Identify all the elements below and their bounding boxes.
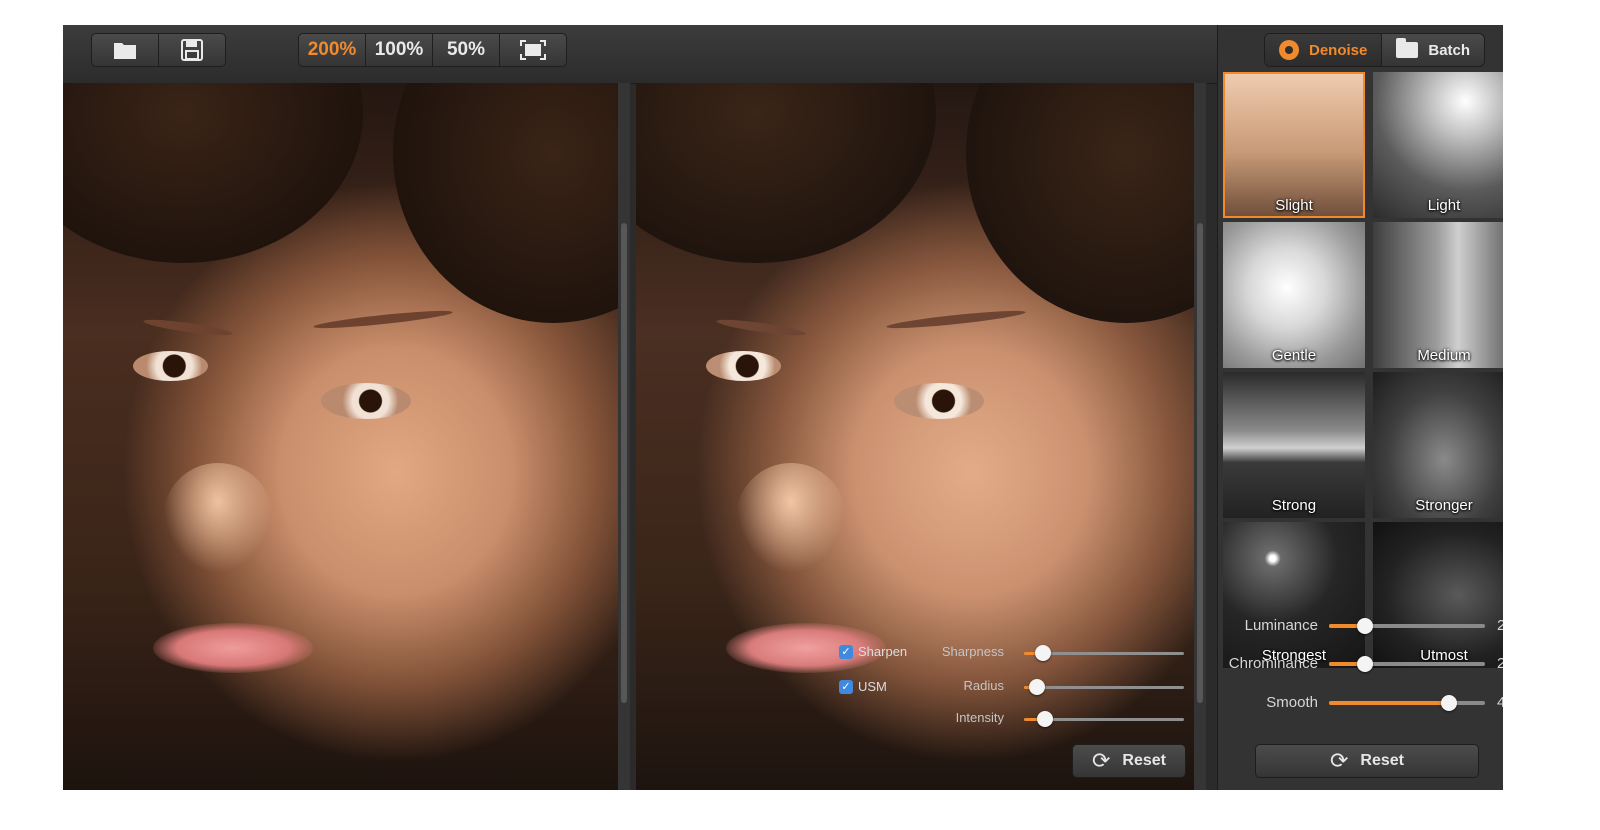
sharpen-checkbox-label: Sharpen [858, 644, 908, 659]
luminance-value: 2 [1497, 617, 1503, 634]
chrominance-label: Chrominance [1228, 655, 1318, 672]
refresh-icon: ⟳ [1329, 748, 1349, 773]
preset-label: Stronger [1415, 497, 1473, 514]
sharpness-label: Sharpness [941, 644, 1004, 659]
processed-pane-scrollbar[interactable] [1194, 83, 1206, 790]
preset-label: Light [1427, 197, 1461, 214]
batch-mode-button[interactable]: Batch [1381, 34, 1484, 66]
sharpen-reset-button[interactable]: ⟳ Reset [1072, 744, 1186, 778]
save-button[interactable] [159, 34, 225, 66]
scrollbar-thumb[interactable] [1197, 223, 1203, 703]
denoise-mode-button[interactable]: Denoise [1265, 34, 1382, 66]
original-portrait-photo [63, 83, 618, 790]
file-button-group [91, 33, 226, 67]
radius-slider[interactable] [1024, 679, 1184, 695]
fit-to-screen-icon [520, 40, 546, 60]
denoise-mode-label: Denoise [1309, 41, 1368, 59]
app-window: 200% 100% 50% ✓ Sharpen ✓ USM Sharpness … [63, 25, 1503, 790]
chrominance-value: 2 [1497, 655, 1503, 672]
radius-label: Radius [963, 678, 1004, 693]
save-disk-icon [181, 39, 203, 61]
open-file-button[interactable] [92, 34, 159, 66]
chrominance-slider[interactable] [1329, 656, 1485, 672]
original-image-pane[interactable] [63, 83, 618, 790]
scrollbar-thumb[interactable] [621, 223, 627, 703]
smooth-label: Smooth [1266, 694, 1318, 711]
sharpness-slider[interactable] [1024, 645, 1184, 661]
folder-open-icon [114, 43, 136, 59]
smooth-row: Smooth 4 [1218, 692, 1503, 714]
preset-label: Medium [1417, 347, 1471, 364]
smooth-slider[interactable] [1329, 695, 1485, 711]
preset-utmost[interactable]: Utmost [1373, 522, 1503, 668]
denoise-side-panel: Denoise Batch Slight Light Gentle Medium… [1217, 25, 1503, 790]
preset-light[interactable]: Light [1373, 72, 1503, 218]
fit-to-screen-button[interactable] [500, 34, 566, 66]
chrominance-row: Chrominance 2 [1218, 653, 1503, 675]
luminance-label: Luminance [1244, 617, 1318, 634]
original-pane-scrollbar[interactable] [618, 83, 630, 790]
preset-label: Strong [1271, 497, 1317, 514]
luminance-slider[interactable] [1329, 618, 1485, 634]
zoom-100-button[interactable]: 100% [366, 34, 433, 66]
processed-image-pane[interactable]: ✓ Sharpen ✓ USM Sharpness Radius Intensi… [636, 83, 1194, 790]
preset-strong[interactable]: Strong [1223, 372, 1365, 518]
toolbar: 200% 100% 50% [63, 25, 1217, 84]
intensity-label: Intensity [955, 710, 1004, 725]
sharpen-controls: ✓ Sharpen ✓ USM Sharpness Radius Intensi… [636, 83, 1194, 790]
mode-switch: Denoise Batch [1264, 33, 1486, 67]
gear-icon [1279, 40, 1299, 60]
preset-strongest[interactable]: Strongest [1223, 522, 1365, 668]
preset-label: Gentle [1271, 347, 1317, 364]
folder-icon [1396, 38, 1419, 58]
zoom-50-button[interactable]: 50% [433, 34, 500, 66]
batch-mode-label: Batch [1428, 41, 1471, 59]
luminance-row: Luminance 2 [1218, 615, 1503, 637]
preset-label: Slight [1275, 197, 1313, 214]
refresh-icon: ⟳ [1091, 748, 1111, 773]
preset-slight[interactable]: Slight [1223, 72, 1365, 218]
smooth-value: 4 [1497, 694, 1503, 711]
preset-grid: Slight Light Gentle Medium Strong Strong… [1223, 72, 1503, 668]
denoise-reset-button[interactable]: ⟳ Reset [1255, 744, 1479, 778]
preset-medium[interactable]: Medium [1373, 222, 1503, 368]
denoise-reset-label: Reset [1360, 752, 1404, 769]
sharpen-reset-label: Reset [1122, 752, 1166, 769]
intensity-slider[interactable] [1024, 711, 1184, 727]
zoom-200-button[interactable]: 200% [299, 34, 366, 66]
usm-checkbox[interactable]: ✓ [839, 680, 853, 694]
usm-checkbox-label: USM [858, 679, 887, 694]
preset-stronger[interactable]: Stronger [1373, 372, 1503, 518]
sharpen-checkbox[interactable]: ✓ [839, 645, 853, 659]
zoom-button-group: 200% 100% 50% [298, 33, 567, 67]
preset-gentle[interactable]: Gentle [1223, 222, 1365, 368]
